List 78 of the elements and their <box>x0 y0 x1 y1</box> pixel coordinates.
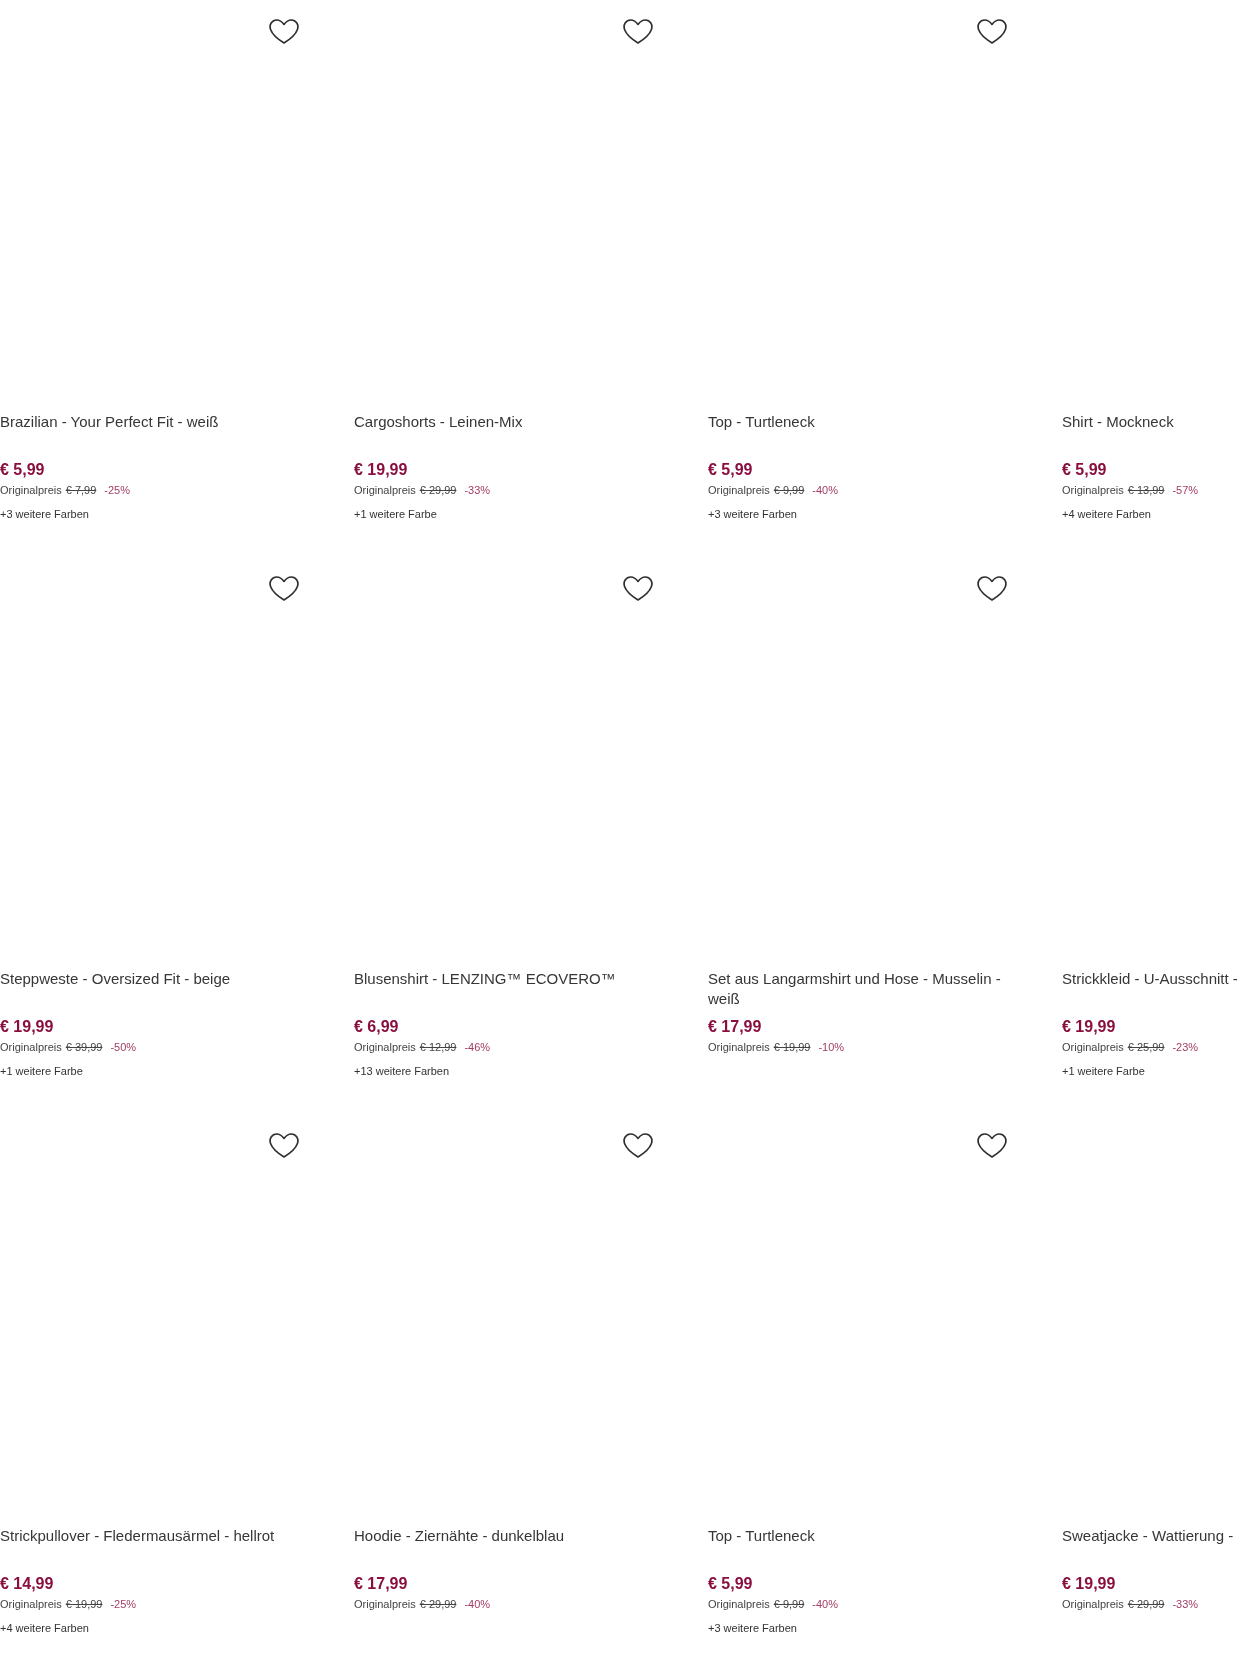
heart-icon[interactable] <box>977 1132 1007 1159</box>
original-price-label: Originalpreis <box>354 483 416 498</box>
sale-price: € 5,99 <box>708 460 753 480</box>
discount-percent: -33% <box>464 483 491 498</box>
heart-icon[interactable] <box>269 18 299 45</box>
original-price-label: Originalpreis <box>1062 1597 1124 1612</box>
product-title[interactable]: Top - Turtleneck <box>708 412 1008 432</box>
heart-icon[interactable] <box>977 18 1007 45</box>
heart-icon[interactable] <box>623 1132 653 1159</box>
color-count[interactable]: +4 weitere Farben <box>1062 506 1151 522</box>
sale-price: € 19,99 <box>1062 1574 1116 1594</box>
original-price: € 29,99 <box>419 1597 457 1612</box>
discount-percent: -40% <box>464 1597 491 1612</box>
discount-percent: -25% <box>104 483 131 498</box>
color-count[interactable]: +1 weitere Farbe <box>1062 1063 1145 1079</box>
sale-price: € 5,99 <box>1062 460 1107 480</box>
heart-icon[interactable] <box>623 18 653 45</box>
sale-price: € 19,99 <box>354 460 408 480</box>
product-title[interactable]: Top - Turtleneck <box>708 1526 1008 1546</box>
original-price-label: Originalpreis <box>1062 1040 1124 1055</box>
color-count[interactable]: +3 weitere Farben <box>708 1620 797 1636</box>
original-price: € 9,99 <box>773 1597 805 1612</box>
original-price: € 13,99 <box>1127 483 1165 498</box>
original-price: € 19,99 <box>773 1040 811 1055</box>
product-title[interactable]: Set aus Langarmshirt und Hose - Musselin - weiß <box>708 969 1008 1009</box>
discount-percent: -25% <box>110 1597 137 1612</box>
product-title[interactable]: Steppweste - Oversized Fit - beige <box>0 969 300 989</box>
sale-price: € 19,99 <box>0 1017 54 1037</box>
sale-price: € 14,99 <box>0 1574 54 1594</box>
original-price-label: Originalpreis <box>0 1040 62 1055</box>
original-price: € 29,99 <box>419 483 457 498</box>
product-title[interactable]: Blusenshirt - LENZING™ ECOVERO™ <box>354 969 654 989</box>
sale-price: € 6,99 <box>354 1017 399 1037</box>
product-title[interactable]: Hoodie - Ziernähte - dunkelblau <box>354 1526 654 1546</box>
discount-percent: -50% <box>110 1040 137 1055</box>
discount-percent: -33% <box>1172 1597 1199 1612</box>
sale-price: € 17,99 <box>354 1574 408 1594</box>
original-price: € 25,99 <box>1127 1040 1165 1055</box>
color-count[interactable]: +13 weitere Farben <box>354 1063 450 1079</box>
product-title[interactable]: Strickkleid - U-Ausschnitt - <box>1062 969 1250 989</box>
original-price-label: Originalpreis <box>708 1040 770 1055</box>
color-count[interactable]: +3 weitere Farben <box>708 506 797 522</box>
product-title[interactable]: Shirt - Mockneck <box>1062 412 1250 432</box>
discount-percent: -10% <box>818 1040 845 1055</box>
original-price-label: Originalpreis <box>0 483 62 498</box>
heart-icon[interactable] <box>623 575 653 602</box>
original-price: € 39,99 <box>65 1040 103 1055</box>
original-price-label: Originalpreis <box>708 1597 770 1612</box>
color-count[interactable]: +1 weitere Farbe <box>354 506 437 522</box>
discount-percent: -46% <box>464 1040 491 1055</box>
color-count[interactable]: +4 weitere Farben <box>0 1620 89 1636</box>
discount-percent: -23% <box>1172 1040 1199 1055</box>
original-price: € 19,99 <box>65 1597 103 1612</box>
sale-price: € 19,99 <box>1062 1017 1116 1037</box>
product-title[interactable]: Sweatjacke - Wattierung - <box>1062 1526 1250 1546</box>
original-price-label: Originalpreis <box>0 1597 62 1612</box>
original-price-label: Originalpreis <box>708 483 770 498</box>
sale-price: € 5,99 <box>708 1574 753 1594</box>
heart-icon[interactable] <box>269 575 299 602</box>
product-title[interactable]: Brazilian - Your Perfect Fit - weiß <box>0 412 300 432</box>
sale-price: € 5,99 <box>0 460 45 480</box>
heart-icon[interactable] <box>977 575 1007 602</box>
product-title[interactable]: Cargoshorts - Leinen-Mix <box>354 412 654 432</box>
discount-percent: -40% <box>812 1597 839 1612</box>
color-count[interactable]: +1 weitere Farbe <box>0 1063 83 1079</box>
product-title[interactable]: Strickpullover - Fledermausärmel - hellrot <box>0 1526 300 1546</box>
heart-icon[interactable] <box>269 1132 299 1159</box>
original-price: € 9,99 <box>773 483 805 498</box>
original-price-label: Originalpreis <box>354 1597 416 1612</box>
original-price: € 7,99 <box>65 483 97 498</box>
original-price-label: Originalpreis <box>1062 483 1124 498</box>
original-price: € 29,99 <box>1127 1597 1165 1612</box>
sale-price: € 17,99 <box>708 1017 762 1037</box>
discount-percent: -40% <box>812 483 839 498</box>
color-count[interactable]: +3 weitere Farben <box>0 506 89 522</box>
original-price: € 12,99 <box>419 1040 457 1055</box>
original-price-label: Originalpreis <box>354 1040 416 1055</box>
discount-percent: -57% <box>1172 483 1199 498</box>
